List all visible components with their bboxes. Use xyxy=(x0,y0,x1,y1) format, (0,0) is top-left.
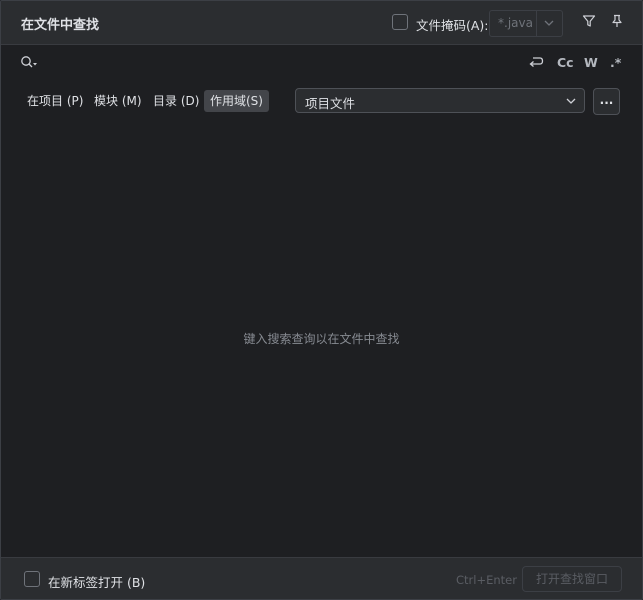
title-bar: 在文件中查找 文件掩码(A): *.java xyxy=(1,1,642,44)
filter-icon[interactable] xyxy=(582,14,596,28)
open-find-window-button[interactable]: 打开查找窗口 xyxy=(522,566,622,592)
file-mask-separator xyxy=(536,11,537,36)
tab-in-project[interactable]: 在项目 (P) xyxy=(21,90,89,112)
open-in-new-tab-checkbox[interactable] xyxy=(24,571,40,587)
empty-state-text: 键入搜索查询以在文件中查找 xyxy=(243,332,400,346)
window-title: 在文件中查找 xyxy=(21,18,100,33)
find-in-files-window: 在文件中查找 文件掩码(A): *.java Cc W .* 在项目 (P) 模… xyxy=(0,0,643,600)
scope-select[interactable]: 项目文件 xyxy=(295,88,585,113)
regex-toggle[interactable]: .* xyxy=(610,55,621,70)
newline-icon[interactable] xyxy=(528,56,544,70)
open-in-new-tab-label: 在新标签打开 (B) xyxy=(48,575,146,590)
chevron-down-icon[interactable] xyxy=(542,16,556,30)
scope-row: 在项目 (P) 模块 (M) 目录 (D) 作用域(S) 项目文件 ... xyxy=(1,81,642,121)
file-mask-value: *.java xyxy=(498,16,533,30)
search-input[interactable] xyxy=(43,51,507,75)
chevron-down-icon xyxy=(566,98,576,104)
footer-bar: 在新标签打开 (B) Ctrl+Enter 打开查找窗口 xyxy=(1,557,642,599)
search-history-icon[interactable] xyxy=(20,55,38,70)
words-toggle[interactable]: W xyxy=(584,55,598,70)
scope-select-value: 项目文件 xyxy=(305,96,356,111)
more-scopes-button[interactable]: ... xyxy=(593,88,620,115)
tab-scope[interactable]: 作用域(S) xyxy=(204,90,269,112)
file-mask-combo[interactable]: *.java xyxy=(489,10,563,37)
results-panel: 键入搜索查询以在文件中查找 xyxy=(1,121,642,557)
file-mask-label: 文件掩码(A): xyxy=(416,18,489,33)
file-mask-checkbox[interactable] xyxy=(392,14,408,30)
pin-icon[interactable] xyxy=(610,14,624,28)
search-bar: Cc W .* xyxy=(1,44,642,82)
tab-directory[interactable]: 目录 (D) xyxy=(147,90,205,112)
match-case-toggle[interactable]: Cc xyxy=(557,55,574,70)
shortcut-hint: Ctrl+Enter xyxy=(456,573,517,587)
tab-module[interactable]: 模块 (M) xyxy=(88,90,148,112)
